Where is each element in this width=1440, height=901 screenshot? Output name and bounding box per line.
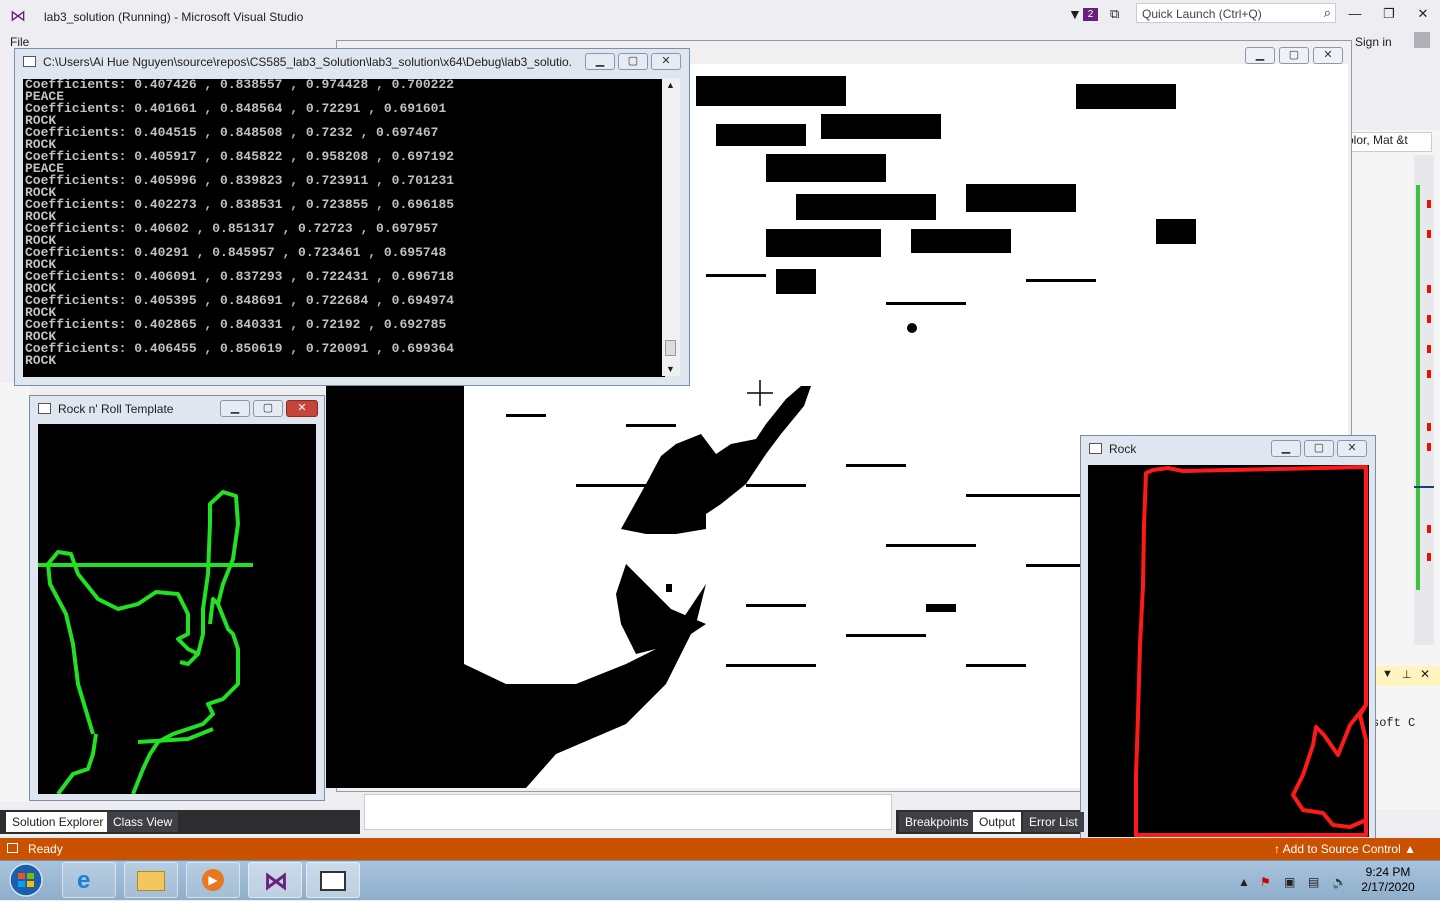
maximize-button[interactable]: ▢ xyxy=(618,53,648,70)
rock-title: Rock xyxy=(1109,442,1137,456)
notification-badge[interactable]: 2 xyxy=(1083,8,1098,21)
windows-start-icon xyxy=(9,863,43,897)
console-title: C:\Users\Ai Hue Nguyen\source\repos\CS58… xyxy=(43,55,573,69)
show-hidden-icons[interactable]: ▲ xyxy=(1238,875,1250,889)
console-line: Coefficients: 0.406455 , 0.850619 , 0.72… xyxy=(25,341,455,356)
output-pane xyxy=(364,794,892,830)
template-window[interactable]: Rock n' Roll Template ▁ ▢ ✕ xyxy=(29,395,325,801)
console-scrollbar[interactable]: ▲ ▼ xyxy=(662,78,680,376)
quick-launch-placeholder: Quick Launch (Ctrl+Q) xyxy=(1142,7,1262,21)
console-line: Coefficients: 0.402865 , 0.840331 , 0.72… xyxy=(25,317,447,332)
feedback-icon[interactable]: ⧉ xyxy=(1110,6,1119,22)
visual-studio-icon: ⋈ xyxy=(264,868,288,895)
scroll-down-icon[interactable]: ▼ xyxy=(666,364,675,374)
network-icon[interactable]: ▤ xyxy=(1308,875,1319,889)
close-button[interactable]: ✕ xyxy=(1337,440,1367,457)
rock-contour xyxy=(1134,465,1368,837)
maximize-button[interactable]: ▢ xyxy=(253,400,283,417)
device-icon[interactable]: ▣ xyxy=(1284,875,1295,889)
rock-window[interactable]: Rock ▁ ▢ ✕ xyxy=(1080,435,1376,843)
tab-error-list[interactable]: Error List xyxy=(1023,812,1084,832)
minimize-button[interactable]: ▁ xyxy=(220,400,250,417)
console-line: Coefficients: 0.405917 , 0.845822 , 0.95… xyxy=(25,149,455,164)
taskbar-console[interactable] xyxy=(306,862,360,898)
template-image xyxy=(38,424,316,796)
console-line: Coefficients: 0.401661 , 0.848564 , 0.72… xyxy=(25,101,447,116)
console-line: Coefficients: 0.404515 , 0.848508 , 0.72… xyxy=(25,125,439,140)
taskbar-media-player[interactable]: ▶ xyxy=(186,862,240,898)
console-icon xyxy=(320,871,346,891)
clock-date: 2/17/2020 xyxy=(1361,880,1415,894)
taskbar-visual-studio[interactable]: ⋈ xyxy=(248,862,302,898)
rock-contour-image xyxy=(1088,465,1369,837)
code-fragment: soft C xyxy=(1372,716,1416,730)
console-line: Coefficients: 0.407426 , 0.838557 , 0.97… xyxy=(25,79,455,92)
quick-launch-input[interactable]: Quick Launch (Ctrl+Q) ⌕ xyxy=(1136,3,1336,23)
account-icon[interactable] xyxy=(1414,32,1430,48)
tool-window-header[interactable]: ▼ ⊥ ✕ xyxy=(1376,666,1440,686)
window-app-icon xyxy=(38,403,51,414)
dropdown-icon[interactable]: ▼ xyxy=(1382,668,1393,680)
sign-in-link[interactable]: Sign in xyxy=(1355,35,1392,49)
source-control-label: Add to Source Control xyxy=(1282,842,1401,856)
window-app-icon xyxy=(1089,443,1102,454)
close-button[interactable]: ✕ xyxy=(286,400,318,417)
scroll-up-icon[interactable]: ▲ xyxy=(666,80,675,90)
status-bar: Ready ↑ Add to Source Control ▲ xyxy=(0,838,1440,860)
add-to-source-control-button[interactable]: ↑ Add to Source Control ▲ xyxy=(1274,842,1416,856)
window-title: lab3_solution (Running) - Microsoft Visu… xyxy=(44,10,304,24)
rock-n-roll-hand-outline xyxy=(38,490,253,796)
clock-time: 9:24 PM xyxy=(1365,865,1411,879)
start-button[interactable] xyxy=(4,862,48,898)
folder-icon xyxy=(137,871,165,891)
editor-scrollbar[interactable] xyxy=(1414,155,1434,645)
pin-icon[interactable]: ⊥ xyxy=(1402,668,1412,681)
volume-icon[interactable]: 🔈 xyxy=(1332,875,1347,889)
console-line: Coefficients: 0.40291 , 0.845957 , 0.723… xyxy=(25,245,447,260)
console-line: Coefficients: 0.406091 , 0.837293 , 0.72… xyxy=(25,269,455,284)
maximize-button[interactable]: ▢ xyxy=(1279,47,1309,64)
console-line: ROCK xyxy=(25,353,57,368)
console-line: Coefficients: 0.405395 , 0.848691 , 0.72… xyxy=(25,293,455,308)
template-title: Rock n' Roll Template xyxy=(58,402,174,416)
status-text: Ready xyxy=(28,842,63,856)
visual-studio-logo-icon: ⋈ xyxy=(10,8,26,25)
media-player-icon: ▶ xyxy=(202,869,224,891)
console-window[interactable]: C:\Users\Ai Hue Nguyen\source\repos\CS58… xyxy=(14,48,690,386)
close-button[interactable]: ✕ xyxy=(1313,47,1343,64)
scroll-thumb[interactable] xyxy=(665,340,676,356)
tab-breakpoints[interactable]: Breakpoints xyxy=(899,812,975,832)
member-dropdown[interactable]: olor, Mat &t xyxy=(1346,132,1432,152)
tab-class-view[interactable]: Class View xyxy=(107,812,179,832)
close-button[interactable]: ✕ xyxy=(1408,4,1438,24)
taskbar-file-explorer[interactable] xyxy=(124,862,178,898)
filter-icon[interactable]: ▼ xyxy=(1068,6,1082,22)
menu-file[interactable]: File xyxy=(10,35,29,49)
maximize-button[interactable]: ▢ xyxy=(1304,440,1334,457)
solution-explorer-panel xyxy=(0,382,30,802)
close-icon[interactable]: ✕ xyxy=(1420,667,1430,681)
console-line: Coefficients: 0.402273 , 0.838531 , 0.72… xyxy=(25,197,455,212)
restore-button[interactable]: ❐ xyxy=(1374,4,1404,24)
console-line: Coefficients: 0.405996 , 0.839823 , 0.72… xyxy=(25,173,455,188)
action-center-icon[interactable]: ⚑ xyxy=(1260,875,1271,889)
minimize-button[interactable]: — xyxy=(1340,4,1370,24)
tab-solution-explorer[interactable]: Solution Explorer xyxy=(6,812,110,832)
minimize-button[interactable]: ▁ xyxy=(1245,47,1275,64)
close-button[interactable]: ✕ xyxy=(651,53,681,70)
console-app-icon xyxy=(23,56,36,67)
minimize-button[interactable]: ▁ xyxy=(1271,440,1301,457)
minimize-button[interactable]: ▁ xyxy=(585,53,615,70)
console-output: Coefficients: 0.407426 , 0.838557 , 0.97… xyxy=(23,79,665,377)
scroll-markers xyxy=(1414,185,1434,590)
internet-explorer-icon: e xyxy=(77,867,91,894)
system-clock[interactable]: 9:24 PM 2/17/2020 xyxy=(1356,865,1420,895)
console-line: Coefficients: 0.40602 , 0.851317 , 0.727… xyxy=(25,221,439,236)
taskbar-internet-explorer[interactable]: e xyxy=(62,862,116,898)
tab-output[interactable]: Output xyxy=(973,812,1022,832)
search-icon[interactable]: ⌕ xyxy=(1324,5,1331,21)
status-icon xyxy=(7,843,18,853)
